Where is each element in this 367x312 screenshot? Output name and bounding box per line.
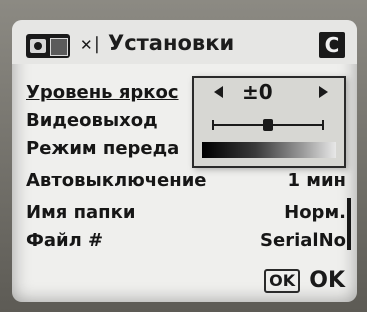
menu-item-auto-off[interactable]: Автовыключение 1 мин (26, 168, 346, 194)
menu-item-file-number[interactable]: Файл # SerialNo (26, 228, 346, 254)
menu-item-label: Имя папки (26, 202, 136, 223)
tools-icon: ✕⏐ (80, 36, 102, 54)
arrow-left-icon[interactable] (214, 86, 223, 98)
menu-item-folder-name[interactable]: Имя папки Норм. (26, 200, 346, 226)
arrow-right-icon[interactable] (319, 86, 328, 98)
scrollbar[interactable] (347, 198, 351, 250)
slider-min-tick (212, 120, 214, 130)
brightness-value: ±0 (242, 80, 273, 104)
menu-item-value: SerialNo (260, 230, 346, 251)
brightness-gradient-bar (202, 142, 336, 158)
lcd-screen: ✕⏐ Установки C Уровень яркос Видеовыход … (12, 20, 357, 302)
camera-mode-icon (26, 34, 70, 58)
menu-item-label: Уровень яркос (26, 82, 179, 103)
title-bar: ✕⏐ Установки C (12, 20, 357, 64)
menu-item-value: 1 мин (287, 170, 346, 191)
camera-icon (30, 39, 46, 53)
menu-item-label: Режим переда (26, 138, 180, 159)
menu-item-label: Видеовыход (26, 110, 158, 131)
slider-thumb[interactable] (263, 119, 273, 131)
tab-c-badge[interactable]: C (319, 32, 345, 58)
menu-item-value: Норм. (284, 202, 346, 223)
page-title: Установки (108, 31, 235, 55)
slider-max-tick (322, 120, 324, 130)
ok-area[interactable]: OK OK (264, 268, 345, 294)
display-icon (50, 38, 68, 56)
brightness-popup[interactable]: ±0 (192, 76, 346, 168)
menu-item-label: Автовыключение (26, 170, 207, 191)
ok-label: OK (309, 268, 345, 293)
menu-item-label: Файл # (26, 230, 104, 251)
ok-button-icon[interactable]: OK (264, 268, 301, 293)
brightness-slider[interactable] (212, 119, 324, 131)
